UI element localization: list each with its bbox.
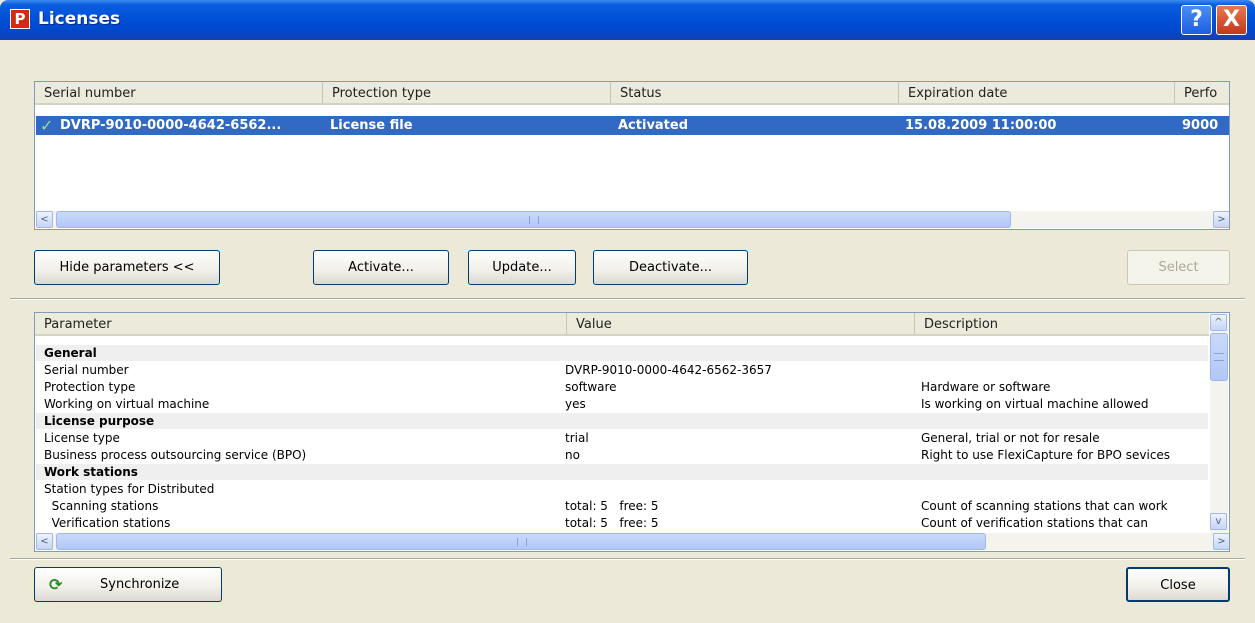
- parameter-name: Protection type: [44, 380, 136, 394]
- parameters-vscroll-thumb[interactable]: [1210, 333, 1228, 381]
- bottom-divider: [10, 558, 1245, 560]
- parameter-description: Count of scanning stations that can work: [921, 499, 1168, 513]
- parameter-value: trial: [565, 431, 589, 445]
- column-header-performance[interactable]: Perfo: [1175, 82, 1229, 103]
- hide-parameters-button[interactable]: Hide parameters <<: [34, 250, 220, 285]
- scroll-down-icon[interactable]: v: [1210, 513, 1227, 530]
- license-row[interactable]: ✓ DVRP-9010-0000-4642-6562... License fi…: [36, 116, 1229, 135]
- window-close-button[interactable]: X: [1216, 5, 1247, 35]
- license-expiration: 15.08.2009 11:00:00: [905, 118, 1057, 133]
- parameter-name: Business process outsourcing service (BP…: [44, 448, 307, 462]
- parameters-hscroll-thumb[interactable]: [56, 533, 986, 550]
- parameter-description: Hardware or software: [921, 380, 1051, 394]
- parameters-list-header: Parameter Value Description: [35, 313, 1209, 336]
- license-protection: License file: [330, 118, 413, 133]
- parameter-description: Right to use FlexiCapture for BPO sevice…: [921, 448, 1171, 462]
- scroll-left-icon[interactable]: <: [36, 533, 53, 550]
- parameter-description: Is working on virtual machine allowed: [921, 397, 1149, 411]
- deactivate-button[interactable]: Deactivate...: [593, 250, 748, 285]
- parameter-name: Verification stations: [44, 516, 171, 530]
- window-title: Licenses: [38, 9, 121, 29]
- parameter-group-row[interactable]: Work stations: [36, 464, 1208, 480]
- parameter-value: software: [565, 380, 617, 394]
- license-status: Activated: [618, 118, 689, 133]
- column-header-description[interactable]: Description: [915, 313, 1209, 334]
- scroll-grip-icon: [529, 216, 539, 224]
- parameter-row[interactable]: Protection type software Hardware or softw…: [36, 379, 1208, 395]
- update-button[interactable]: Update...: [468, 250, 576, 285]
- parameter-group-row[interactable]: License purpose: [36, 413, 1208, 429]
- sync-icon: ⟳: [49, 575, 63, 594]
- scroll-grip-icon: [517, 538, 527, 546]
- licenses-horizontal-scrollbar[interactable]: < >: [36, 211, 1229, 228]
- column-header-status[interactable]: Status: [611, 82, 899, 103]
- license-key-icon: P: [10, 9, 30, 29]
- column-header-protection-type[interactable]: Protection type: [323, 82, 611, 103]
- select-button[interactable]: Select: [1127, 250, 1230, 285]
- licenses-scroll-thumb[interactable]: [56, 211, 1011, 228]
- parameter-value: DVRP-9010-0000-4642-6562-3657: [565, 363, 772, 377]
- title-bar[interactable]: P Licenses ? X: [0, 0, 1255, 40]
- scroll-right-icon[interactable]: >: [1213, 533, 1229, 550]
- activate-button[interactable]: Activate...: [313, 250, 449, 285]
- column-header-serial-number[interactable]: Serial number: [35, 82, 323, 103]
- parameter-value: yes: [565, 397, 586, 411]
- parameter-row[interactable]: Scanning stations total: 5 free: 5 Count o…: [36, 498, 1208, 514]
- parameter-group-row[interactable]: General: [36, 345, 1208, 361]
- column-header-expiration-date[interactable]: Expiration date: [899, 82, 1175, 103]
- parameter-name: License purpose: [44, 414, 155, 428]
- scroll-left-icon[interactable]: <: [36, 211, 53, 228]
- parameters-horizontal-scrollbar[interactable]: < >: [36, 533, 1229, 550]
- parameters-list[interactable]: Parameter Value Description General Seria…: [34, 312, 1230, 552]
- help-button[interactable]: ?: [1181, 5, 1212, 35]
- column-header-parameter[interactable]: Parameter: [35, 313, 567, 334]
- section-divider: [10, 298, 1245, 300]
- synchronize-label: Synchronize: [100, 577, 180, 592]
- scroll-grip-icon: [1214, 353, 1224, 361]
- parameter-row[interactable]: Business process outsourcing service (BP…: [36, 447, 1208, 463]
- parameter-name: Station types for Distributed: [44, 482, 215, 496]
- scroll-up-icon[interactable]: ^: [1210, 314, 1227, 331]
- parameter-row[interactable]: Working on virtual machine yes Is working …: [36, 396, 1208, 412]
- parameter-name: Working on virtual machine: [44, 397, 210, 411]
- parameter-description: Count of verification stations that can: [921, 516, 1148, 530]
- parameter-row[interactable]: Serial number DVRP-9010-0000-4642-6562-36…: [36, 362, 1208, 378]
- parameter-row[interactable]: License type trial General, trial or not f…: [36, 430, 1208, 446]
- parameter-name: Serial number: [44, 363, 129, 377]
- close-button[interactable]: Close: [1126, 567, 1230, 602]
- licenses-list-header: Serial number Protection type Status Exp…: [35, 82, 1229, 105]
- synchronize-button[interactable]: ⟳ Synchronize: [34, 567, 222, 602]
- licenses-list[interactable]: Serial number Protection type Status Exp…: [34, 81, 1230, 230]
- parameter-row[interactable]: Verification stations total: 5 free: 5 Cou…: [36, 515, 1208, 531]
- parameter-name: General: [44, 346, 97, 360]
- license-serial: DVRP-9010-0000-4642-6562...: [60, 118, 282, 133]
- parameter-value: total: 5 free: 5: [565, 516, 659, 530]
- parameter-name: Work stations: [44, 465, 138, 479]
- parameter-name: Scanning stations: [44, 499, 159, 513]
- parameter-name: License type: [44, 431, 120, 445]
- parameter-value: no: [565, 448, 580, 462]
- license-performance: 9000: [1182, 118, 1219, 133]
- parameter-row[interactable]: Station types for Distributed: [36, 481, 1208, 497]
- activated-check-icon: ✓: [40, 116, 54, 135]
- column-header-value[interactable]: Value: [567, 313, 915, 334]
- parameter-value: total: 5 free: 5: [565, 499, 659, 513]
- parameter-description: General, trial or not for resale: [921, 431, 1100, 445]
- parameters-vertical-scrollbar[interactable]: ^ v: [1210, 313, 1228, 533]
- scroll-right-icon[interactable]: >: [1213, 211, 1229, 228]
